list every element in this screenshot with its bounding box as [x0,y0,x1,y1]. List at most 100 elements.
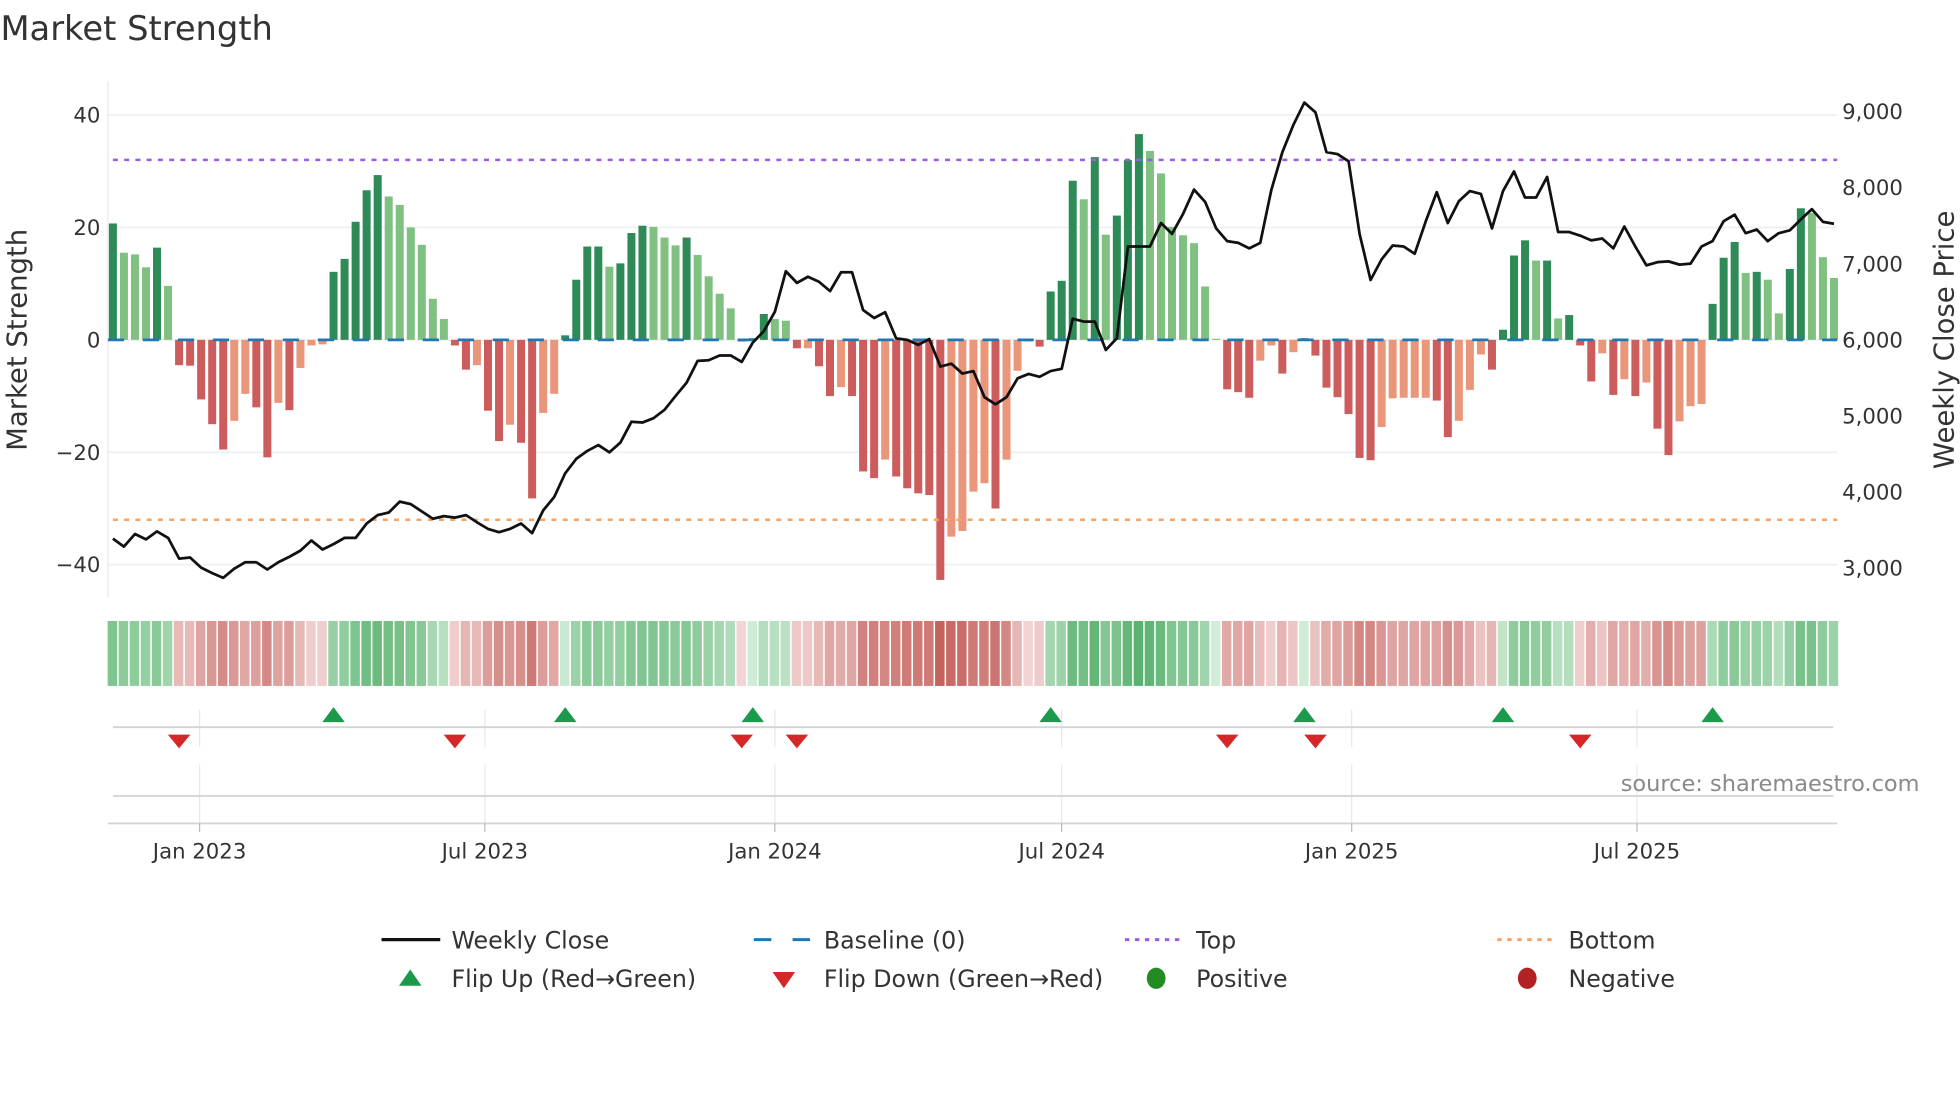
y2-tick-label: 6,000 [1842,328,1903,353]
strip-cell [449,620,460,686]
strip-cell [637,620,647,686]
strip-cell [1332,620,1342,686]
strip-cell [1188,620,1199,686]
strength-bar [1642,339,1651,383]
strength-bar [1752,271,1761,340]
strength-bar [1421,339,1430,398]
strength-bar [472,339,481,366]
legend: Weekly Close Baseline (0) Top Bottom Fli… [381,926,1675,993]
strength-bar [1057,280,1066,340]
y-tick-label: −20 [56,441,101,466]
strength-bar [1763,279,1772,340]
strip-cell [1431,620,1442,686]
strength-bar [141,267,150,340]
strength-bar [1179,235,1188,340]
strength-bar [164,285,173,340]
flip-down-marker [1568,734,1592,749]
triangle-down-icon [772,972,796,989]
strength-bar [969,339,978,492]
strip-cell [791,620,802,686]
strip-cell [1420,620,1431,686]
strength-bar [296,339,305,368]
flip-down-marker [1215,734,1239,749]
strip-cell [1376,620,1386,686]
strength-bar [461,339,470,370]
strip-cell [306,620,316,686]
legend-label: Top [1195,926,1236,954]
strength-bar [682,237,691,340]
strength-bar [638,225,647,340]
strip-cell [416,620,427,686]
strip-cell [1199,620,1210,686]
strip-cell [1155,620,1166,686]
y2-tick-label: 8,000 [1842,176,1903,201]
strip-cell [1310,620,1320,686]
strip-cell [802,620,813,686]
strength-bar [1532,260,1541,340]
strength-bar [1465,339,1474,390]
strength-bar [1476,339,1485,355]
strength-bar [1256,339,1265,361]
strength-bar [914,339,923,494]
strip-cell [1453,620,1464,686]
strength-bar [219,339,228,450]
strength-bar [439,319,448,340]
strip-cell [1210,620,1221,686]
strip-cell [1608,620,1618,686]
strip-cell [1321,620,1331,686]
strip-cell [240,620,250,686]
strip-cell [383,620,393,686]
strip-cell [372,620,382,686]
x-tick-label: Jan 2024 [726,839,822,864]
strip-cell [118,620,129,686]
strip-cell [1519,620,1530,686]
flip-down-marker [1304,734,1327,749]
strength-bar [1035,339,1044,347]
strength-bar [1201,286,1210,340]
strip-cell [295,620,305,686]
strip-cell [615,620,625,686]
legend-item-baseline: Baseline (0) [753,926,966,954]
strength-bar [263,339,272,458]
strip-cell [1012,620,1022,686]
strip-cell [1641,620,1651,686]
strip-cell [1023,620,1033,686]
strip-cell [460,620,471,686]
strength-bar [770,319,779,340]
strip-cell [493,620,504,686]
strip-cell [515,620,526,686]
strength-bar [1487,339,1496,370]
flip-up-marker [322,707,345,723]
strip-cell [1828,620,1839,686]
strength-bar [1785,269,1794,340]
strength-bar [208,339,217,425]
strength-bar [671,245,680,340]
strength-bar [506,339,515,425]
strip-cell [1685,620,1695,686]
strip-cell [1299,620,1309,686]
strength-bar [715,293,724,340]
right-axis-ticks: 9,000 8,000 7,000 6,000 5,000 4,000 3,000 [1842,100,1903,582]
strip-cell [857,620,868,686]
strip-cell [1530,620,1541,686]
strength-bar [130,254,139,340]
strength-bar [627,233,636,340]
strength-bar [936,339,945,580]
strip-cell [1663,620,1673,686]
strength-bar [1079,199,1088,340]
strength-bar [1730,242,1739,340]
strength-bar [616,263,625,340]
strip-cell [1552,620,1563,686]
strip-cell [129,620,140,686]
strip-cell [1718,620,1728,686]
legend-label: Negative [1568,965,1674,993]
strip-cell [890,620,901,686]
strip-cell [1089,620,1100,686]
strength-bar [1598,339,1607,354]
legend-item-flip-down: Flip Down (Green→Red) [772,965,1103,993]
strength-bar [660,237,669,340]
strip-cell [1045,620,1055,686]
strength-bar [384,196,393,340]
strip-cell [1762,620,1773,686]
strength-bar [406,227,415,340]
